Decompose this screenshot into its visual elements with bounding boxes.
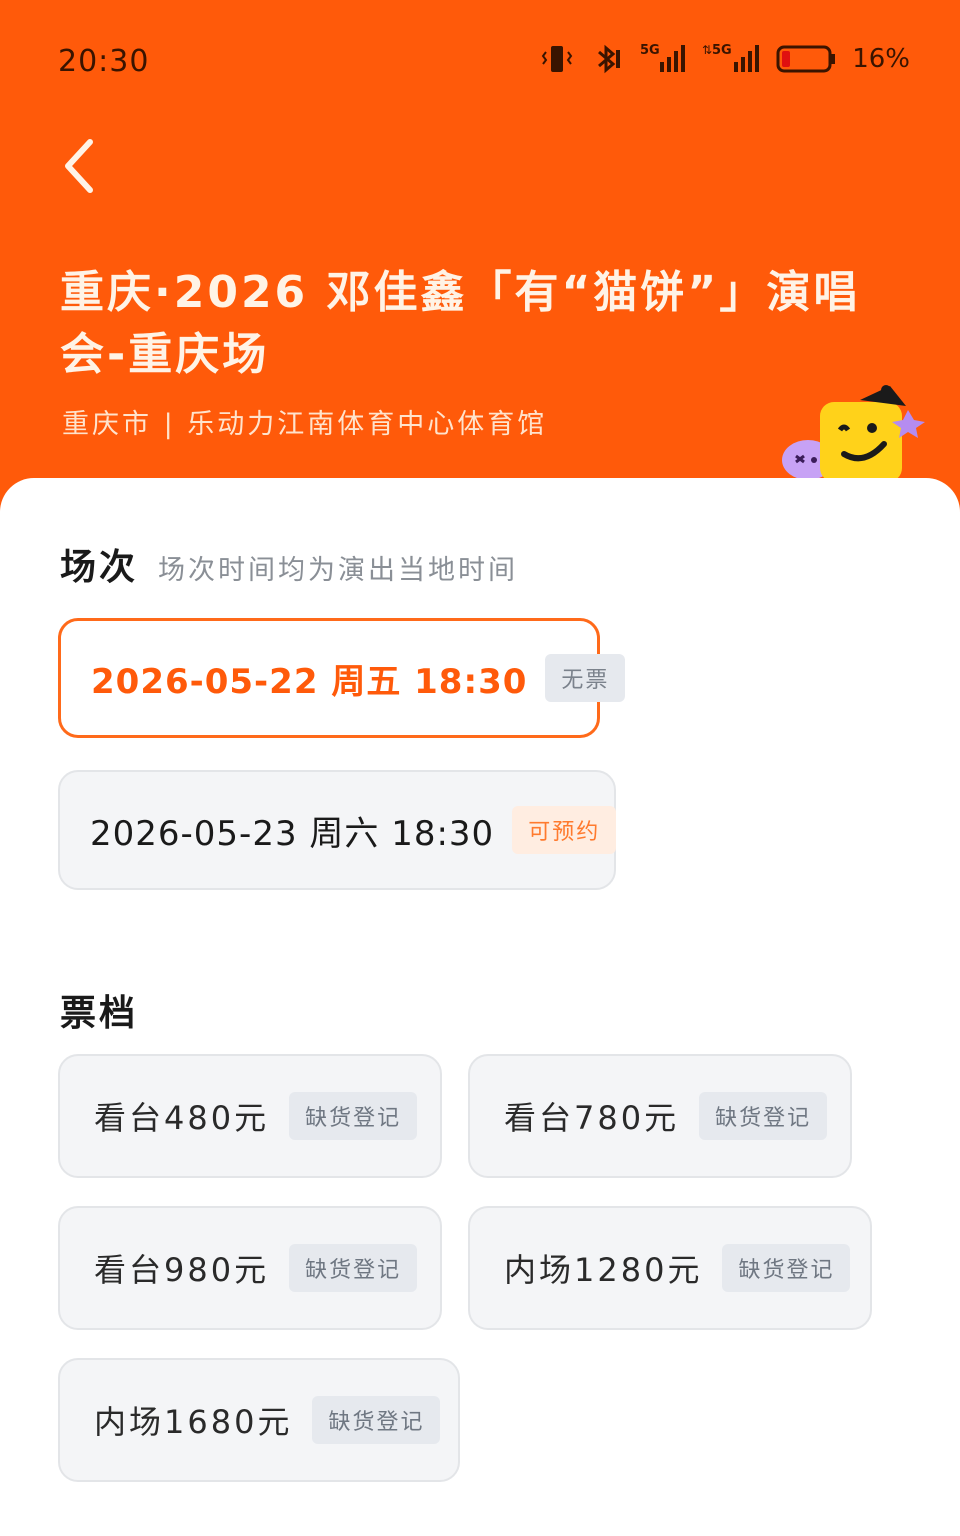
session-option-selected[interactable]: 2026-05-22 周五 18:30 无票 bbox=[58, 618, 626, 738]
battery-percent: 16% bbox=[852, 44, 910, 74]
page-title: 重庆·2026 邓佳鑫「有“猫饼”」演唱会-重庆场 bbox=[60, 267, 861, 380]
tier-label: 看台980元 bbox=[94, 1251, 270, 1289]
tier-label: 看台480元 bbox=[94, 1099, 270, 1137]
svg-text:⇅: ⇅ bbox=[702, 43, 712, 57]
tier-option[interactable]: 看台780元 缺货登记 bbox=[468, 1054, 852, 1178]
tier-option[interactable]: 内场1280元 缺货登记 bbox=[468, 1206, 872, 1330]
session-label: 2026-05-22 周五 18:30 bbox=[91, 661, 528, 702]
vibrate-icon bbox=[540, 42, 574, 76]
session-status-badge: 可预约 bbox=[512, 806, 617, 854]
signal-5g-icon: 5G bbox=[640, 42, 686, 76]
session-note: 场次时间均为演出当地时间 bbox=[158, 555, 519, 586]
content-sheet: 场次 场次时间均为演出当地时间 2026-05-22 周五 18:30 无票 2… bbox=[0, 478, 960, 1536]
tier-option[interactable]: 看台980元 缺货登记 bbox=[58, 1206, 442, 1330]
session-title: 场次 bbox=[60, 547, 139, 588]
tier-label: 内场1280元 bbox=[504, 1251, 703, 1289]
waitlist-badge: 缺货登记 bbox=[289, 1244, 418, 1292]
status-time: 20:30 bbox=[58, 44, 150, 79]
chevron-left-icon bbox=[65, 139, 93, 193]
session-label: 2026-05-23 周六 18:30 bbox=[90, 813, 495, 854]
session-option[interactable]: 2026-05-23 周六 18:30 可预约 bbox=[58, 770, 617, 890]
waitlist-badge: 缺货登记 bbox=[289, 1092, 418, 1140]
waitlist-badge: 缺货登记 bbox=[699, 1092, 828, 1140]
tier-option[interactable]: 看台480元 缺货登记 bbox=[58, 1054, 442, 1178]
tier-label: 内场1680元 bbox=[94, 1403, 293, 1441]
session-header: 场次 场次时间均为演出当地时间 bbox=[60, 538, 518, 590]
tier-title: 票档 bbox=[60, 993, 139, 1034]
header: 20:30 5G ⇅ 5G 16% 重庆·2026 邓佳鑫「有“猫饼”」演唱会-重… bbox=[0, 0, 960, 520]
tier-header: 票档 bbox=[60, 984, 138, 1036]
tier-option[interactable]: 内场1680元 缺货登记 bbox=[58, 1358, 460, 1482]
network-label-1: 5G bbox=[640, 43, 660, 58]
waitlist-badge: 缺货登记 bbox=[312, 1396, 441, 1444]
battery-icon bbox=[776, 42, 836, 76]
waitlist-badge: 缺货登记 bbox=[722, 1244, 851, 1292]
bluetooth-icon bbox=[590, 42, 624, 76]
network-label-2: 5G bbox=[712, 43, 732, 58]
venue-subtitle: 重庆市 | 乐动力江南体育中心体育馆 bbox=[62, 409, 548, 440]
status-icons: 5G ⇅ 5G 16% bbox=[540, 42, 910, 76]
back-button[interactable] bbox=[52, 130, 112, 200]
tier-label: 看台780元 bbox=[504, 1099, 680, 1137]
session-status-badge: 无票 bbox=[545, 654, 626, 702]
signal-5g-2-icon: ⇅ 5G bbox=[702, 42, 760, 76]
status-bar: 20:30 5G ⇅ 5G 16% bbox=[0, 0, 960, 110]
mascot-illustration bbox=[780, 380, 930, 482]
